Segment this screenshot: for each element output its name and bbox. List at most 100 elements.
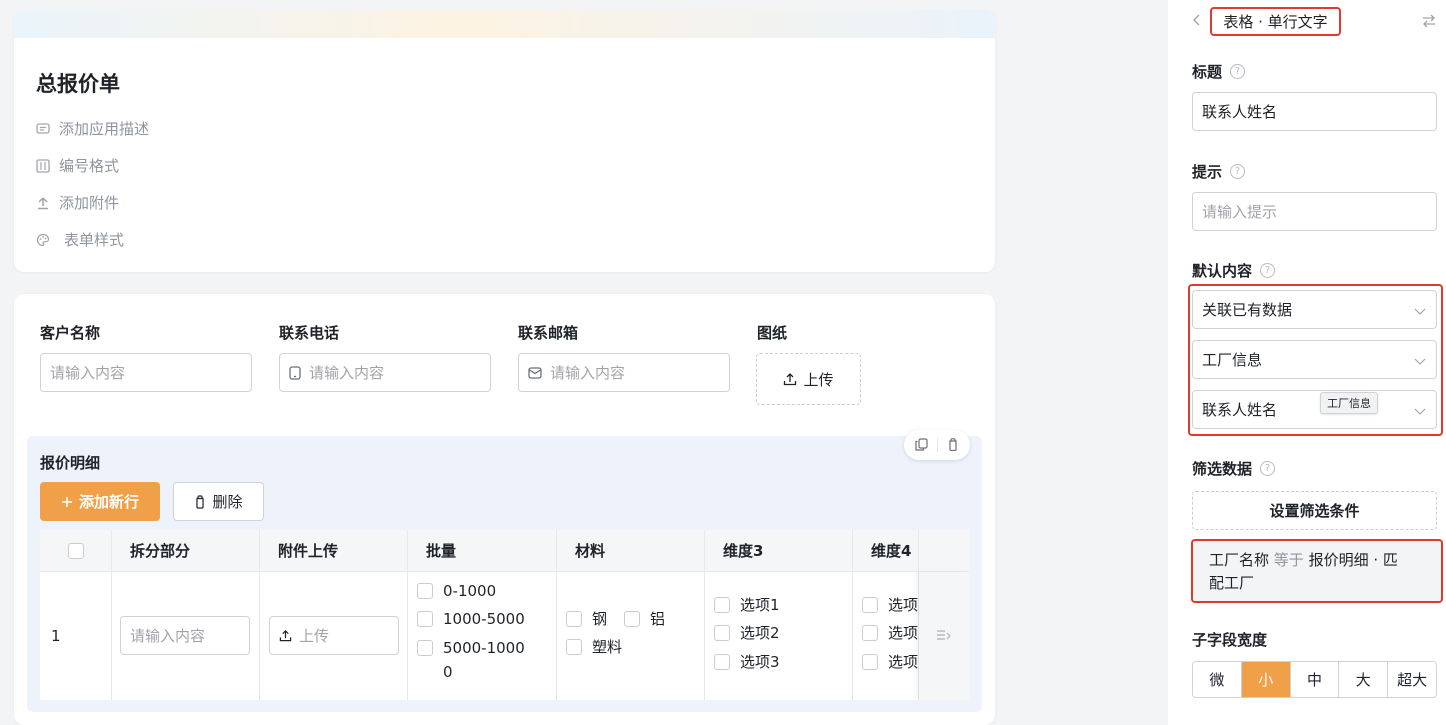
checkbox[interactable] xyxy=(714,596,730,613)
column-header: 拆分部分 xyxy=(112,530,260,572)
batch-option[interactable]: 0-1000 xyxy=(417,582,496,600)
default-field-select[interactable]: 联系人姓名 xyxy=(1192,390,1437,429)
customer-name-input[interactable]: 请输入内容 xyxy=(40,353,252,392)
header-select-all xyxy=(40,530,112,572)
hint-input[interactable]: 请输入提示 xyxy=(1192,192,1437,231)
split-part-placeholder: 请输入内容 xyxy=(130,627,206,645)
form-title[interactable]: 总报价单 xyxy=(36,68,120,98)
help-icon[interactable]: ? xyxy=(1260,461,1276,476)
header-gradient xyxy=(14,10,995,38)
option-label: 塑料 xyxy=(592,638,623,656)
width-option-medium[interactable]: 中 xyxy=(1290,662,1340,697)
checkbox[interactable] xyxy=(566,610,582,627)
dim4-option[interactable]: 选项 xyxy=(862,622,918,643)
title-input[interactable]: 联系人姓名 xyxy=(1192,92,1437,131)
column-header: 附件上传 xyxy=(260,530,408,572)
add-row-label: 添加新行 xyxy=(78,493,139,511)
trash-icon[interactable] xyxy=(947,436,959,455)
width-segmented-control: 微 小 中 大 超大 xyxy=(1192,661,1437,698)
material-option[interactable]: 钢 xyxy=(566,608,607,629)
email-input[interactable]: 请输入内容 xyxy=(518,353,730,392)
checkbox[interactable] xyxy=(862,624,878,641)
panel-header: 表格 · 单行文字 xyxy=(1168,0,1446,40)
dim3-option[interactable]: 选项1 xyxy=(714,594,780,615)
column-header: 批量 xyxy=(408,530,557,572)
add-row-button[interactable]: 添加新行 xyxy=(40,482,160,521)
checkbox[interactable] xyxy=(417,640,433,656)
default-source-select[interactable]: 工厂信息 xyxy=(1192,340,1437,379)
help-icon[interactable]: ? xyxy=(1230,64,1246,79)
form-style-label: 表单样式 xyxy=(64,231,125,249)
checkbox[interactable] xyxy=(566,638,582,655)
dim3-option[interactable]: 选项3 xyxy=(714,651,780,672)
checkbox[interactable] xyxy=(714,624,730,641)
dim4-cell: 选项 选项 选项 xyxy=(853,572,919,700)
material-option[interactable]: 铝 xyxy=(624,608,665,629)
add-description-link[interactable]: 添加应用描述 xyxy=(36,118,149,139)
checkbox[interactable] xyxy=(624,610,640,627)
form-header-card: 总报价单 添加应用描述 编号格式 添加附件 表单样式 xyxy=(14,10,995,272)
default-mode-select[interactable]: 关联已有数据 xyxy=(1192,290,1437,329)
source-tooltip: 工厂信息 xyxy=(1320,392,1378,414)
swap-icon[interactable] xyxy=(1422,13,1436,32)
option-label: 铝 xyxy=(650,610,666,628)
trash-icon xyxy=(194,494,206,509)
dim3-option[interactable]: 选项2 xyxy=(714,622,780,643)
row-index-cell: 1 xyxy=(40,572,112,700)
dim4-option[interactable]: 选项 xyxy=(862,594,918,615)
chevron-down-icon xyxy=(1414,353,1426,371)
dim4-option[interactable]: 选项 xyxy=(862,651,918,672)
material-option[interactable]: 塑料 xyxy=(566,636,622,657)
batch-option[interactable]: 5000-1000 xyxy=(417,639,525,657)
add-attachment-link[interactable]: 添加附件 xyxy=(36,192,119,213)
default-field-value: 联系人姓名 xyxy=(1202,401,1278,419)
split-part-input[interactable]: 请输入内容 xyxy=(120,616,250,655)
checkbox[interactable] xyxy=(862,596,878,613)
attachment-upload-button[interactable]: 上传 xyxy=(269,616,399,655)
checkbox[interactable] xyxy=(417,583,433,599)
subfield-width-label: 子字段宽度 xyxy=(1192,629,1267,650)
copy-icon[interactable] xyxy=(915,436,928,455)
title-setting-text: 标题 xyxy=(1192,63,1223,81)
number-format-link[interactable]: 编号格式 xyxy=(36,155,119,176)
option-label: 选项 xyxy=(888,624,919,642)
help-icon[interactable]: ? xyxy=(1230,164,1246,179)
checkbox[interactable] xyxy=(714,653,730,670)
subform-title: 报价明细 xyxy=(40,454,101,472)
upload-icon xyxy=(783,372,797,386)
column-header-actions xyxy=(919,530,969,572)
comment-icon xyxy=(36,122,50,136)
subform-quote-detail[interactable]: 报价明细 添加新行 删除 拆分部分 附件上传 批量 材料 维度3 维度4 1 请… xyxy=(27,430,982,712)
filter-data-label: 筛选数据 ? xyxy=(1192,458,1276,479)
width-option-tiny[interactable]: 微 xyxy=(1193,662,1242,697)
phone-input[interactable]: 请输入内容 xyxy=(279,353,491,392)
default-mode-value: 关联已有数据 xyxy=(1202,301,1293,319)
option-label: 选项3 xyxy=(740,653,780,671)
width-option-small[interactable]: 小 xyxy=(1241,662,1291,697)
width-option-large[interactable]: 大 xyxy=(1339,662,1389,697)
chevron-left-icon[interactable] xyxy=(1192,12,1202,31)
set-filter-button[interactable]: 设置筛选条件 xyxy=(1192,491,1437,530)
default-content-label: 默认内容 ? xyxy=(1192,260,1276,281)
filter-condition[interactable]: 工厂名称 等于 报价明细 · 匹 配工厂 xyxy=(1191,539,1443,603)
upload-icon xyxy=(36,196,50,210)
phone-icon xyxy=(289,365,301,380)
option-label: 0-1000 xyxy=(443,582,497,600)
column-header: 维度3 xyxy=(705,530,853,572)
hint-setting-text: 提示 xyxy=(1192,163,1223,181)
checkbox[interactable] xyxy=(417,611,433,627)
option-label: 选项 xyxy=(888,596,919,614)
width-option-xlarge[interactable]: 超大 xyxy=(1388,662,1436,697)
attachment-upload-label: 上传 xyxy=(299,627,330,645)
batch-option[interactable]: 1000-5000 xyxy=(417,610,525,628)
select-all-checkbox[interactable] xyxy=(67,542,84,559)
row-edit-icon[interactable] xyxy=(936,628,951,646)
drawing-upload-button[interactable]: 上传 xyxy=(756,353,861,405)
default-content-text: 默认内容 xyxy=(1192,262,1253,280)
help-icon[interactable]: ? xyxy=(1260,263,1276,278)
checkbox[interactable] xyxy=(862,653,878,670)
form-style-link[interactable]: 表单样式 xyxy=(36,229,124,250)
row-actions-cell xyxy=(919,572,969,700)
delete-row-button[interactable]: 删除 xyxy=(173,482,264,521)
drawing-label: 图纸 xyxy=(757,324,788,342)
